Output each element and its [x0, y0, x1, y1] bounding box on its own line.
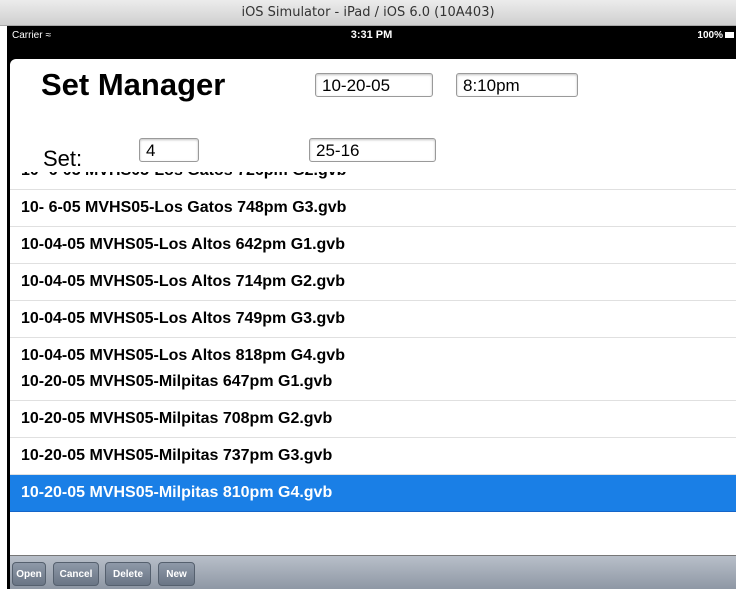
list-item[interactable]: 10-20-05 MVHS05-Milpitas 647pm G1.gvb: [10, 364, 736, 401]
list-item-label: 10-04-05 MVHS05-Los Altos 714pm G2.gvb: [21, 273, 345, 290]
delete-button[interactable]: Delete: [105, 562, 151, 586]
list-item-label: 10-20-05 MVHS05-Milpitas 708pm G2.gvb: [21, 410, 333, 427]
window-title: iOS Simulator - iPad / iOS 6.0 (10A403): [241, 5, 495, 20]
time-field[interactable]: 8:10pm: [456, 73, 578, 97]
list-item-label: 10-20-05 MVHS05-Milpitas 647pm G1.gvb: [21, 373, 333, 390]
list-item-label: 10-04-05 MVHS05-Los Altos 749pm G3.gvb: [21, 310, 345, 327]
list-item[interactable]: 10- 6-05 MVHS05-Los Gatos 748pm G3.gvb: [10, 190, 736, 227]
list-item-label: 10-20-05 MVHS05-Milpitas 810pm G4.gvb: [21, 484, 333, 501]
file-list[interactable]: 10- 6-05 MVHS05-Los Gatos 726pm G2.gvb 1…: [10, 172, 736, 552]
new-button[interactable]: New: [158, 562, 195, 586]
window-title-bar: iOS Simulator - iPad / iOS 6.0 (10A403): [0, 0, 736, 26]
list-item-selected[interactable]: 10-20-05 MVHS05-Milpitas 810pm G4.gvb: [10, 475, 736, 512]
set-number-field[interactable]: 4: [139, 138, 199, 162]
list-item-label: 10-20-05 MVHS05-Milpitas 737pm G3.gvb: [21, 447, 333, 464]
open-button[interactable]: Open: [12, 562, 46, 586]
cancel-button[interactable]: Cancel: [53, 562, 99, 586]
list-item[interactable]: 10-04-05 MVHS05-Los Altos 714pm G2.gvb: [10, 264, 736, 301]
bottom-toolbar: Open Cancel Delete New: [10, 555, 736, 589]
battery-indicator: 100%: [697, 30, 734, 41]
date-field[interactable]: 10-20-05: [315, 73, 433, 97]
status-time: 3:31 PM: [350, 29, 393, 41]
status-bar: Carrier ≈ 3:31 PM 100%: [7, 26, 736, 59]
set-label: Set:: [43, 146, 83, 171]
list-item-label: 10-04-05 MVHS05-Los Altos 818pm G4.gvb: [21, 347, 345, 364]
list-item[interactable]: 10- 6-05 MVHS05-Los Gatos 726pm G2.gvb: [10, 172, 736, 190]
list-item[interactable]: 10-20-05 MVHS05-Milpitas 708pm G2.gvb: [10, 401, 736, 438]
list-item[interactable]: 10-04-05 MVHS05-Los Altos 642pm G1.gvb: [10, 227, 736, 264]
page-title: Set Manager: [41, 67, 226, 102]
ipad-screen: Carrier ≈ 3:31 PM 100% Set Manager 10-20-…: [7, 26, 736, 589]
score-field[interactable]: 25-16: [309, 138, 436, 162]
list-item[interactable]: 10-20-05 MVHS05-Milpitas 737pm G3.gvb: [10, 438, 736, 475]
list-item-label: 10- 6-05 MVHS05-Los Gatos 726pm G2.gvb: [21, 172, 346, 180]
list-item-label: 10- 6-05 MVHS05-Los Gatos 748pm G3.gvb: [21, 199, 347, 216]
battery-icon: [725, 32, 734, 39]
set-manager-view: Set Manager 10-20-05 8:10pm Set: 4 25-16…: [10, 59, 736, 589]
list-item-label: 10-04-05 MVHS05-Los Altos 642pm G1.gvb: [21, 236, 345, 253]
list-item[interactable]: 10-04-05 MVHS05-Los Altos 749pm G3.gvb: [10, 301, 736, 338]
battery-label: 100%: [697, 30, 723, 41]
